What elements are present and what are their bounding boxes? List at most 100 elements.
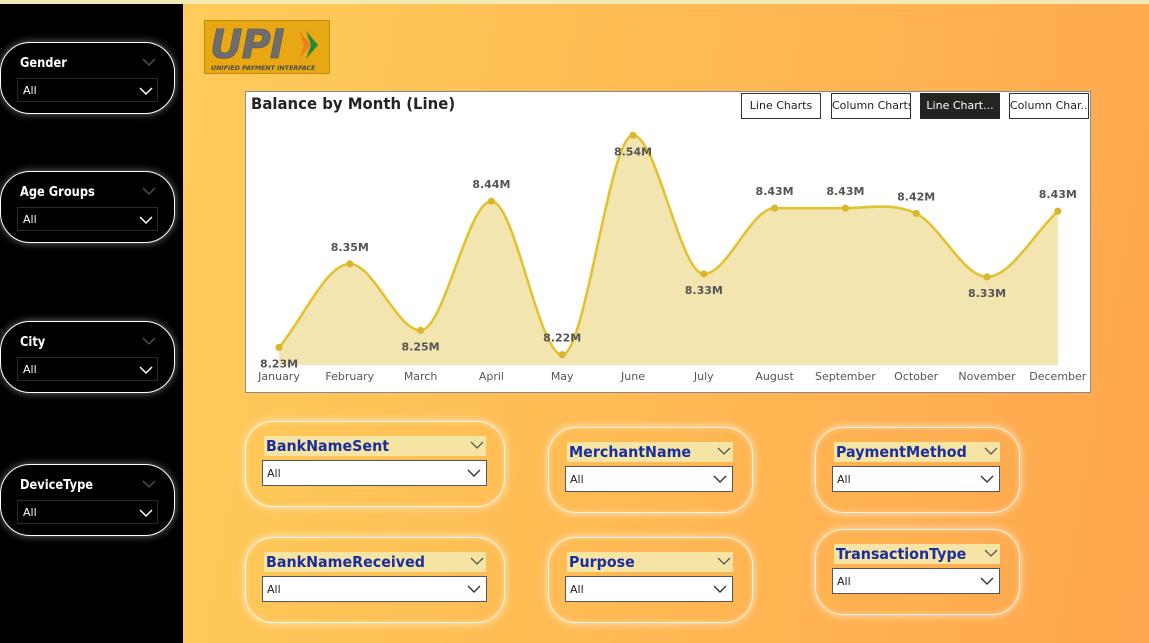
city-slicer[interactable]: City All xyxy=(0,321,175,393)
dropdown-value: All xyxy=(267,583,281,596)
chevron-down-icon xyxy=(139,216,153,225)
slicer-title: TransactionType xyxy=(836,545,967,563)
merchant-name-dropdown[interactable]: All xyxy=(565,466,733,492)
x-tick-label: November xyxy=(958,370,1016,383)
chevron-down-icon[interactable] xyxy=(470,440,484,450)
slicer-title: City xyxy=(20,335,46,350)
chevron-down-icon[interactable] xyxy=(984,446,998,456)
purpose-slicer[interactable]: Purpose All xyxy=(548,537,753,623)
data-point xyxy=(275,343,283,352)
chevron-down-icon xyxy=(713,475,727,483)
data-point xyxy=(487,197,495,205)
dropdown-value: All xyxy=(23,213,37,226)
data-label: 8.33M xyxy=(968,287,1006,300)
slicer-title: PaymentMethod xyxy=(836,443,967,461)
data-label: 8.23M xyxy=(260,357,298,370)
x-tick-label: August xyxy=(755,370,794,383)
chevron-down-icon[interactable] xyxy=(717,446,731,456)
balance-by-month-chart: 8.23M 8.35M 8.25M 8.44M 8.22M 8.54M 8.33M 8.43M… xyxy=(245,91,1091,393)
data-label: 8.42M xyxy=(897,190,935,203)
tab-line-charts[interactable]: Line Charts xyxy=(741,93,821,119)
age-groups-slicer[interactable]: Age Groups All xyxy=(0,171,175,243)
chevron-down-icon[interactable] xyxy=(984,548,998,558)
svg-text:UNIFIED PAYMENT INTERFACE: UNIFIED PAYMENT INTERFACE xyxy=(211,65,316,72)
x-tick-label: September xyxy=(815,370,876,383)
chevron-down-icon[interactable] xyxy=(717,556,731,566)
slicer-header: MerchantName xyxy=(567,442,733,462)
gender-dropdown[interactable]: All xyxy=(17,78,158,102)
line-area-chart: 8.23M 8.35M 8.25M 8.44M 8.22M 8.54M 8.33M 8.43M… xyxy=(257,131,1087,383)
data-label: 8.33M xyxy=(685,284,723,297)
dropdown-value: All xyxy=(267,467,281,480)
dropdown-value: All xyxy=(23,506,37,519)
x-tick-label: June xyxy=(620,370,645,383)
merchant-name-slicer[interactable]: MerchantName All xyxy=(548,427,753,513)
age-groups-dropdown[interactable]: All xyxy=(17,207,158,231)
slicer-title: MerchantName xyxy=(569,443,692,461)
payment-method-slicer[interactable]: PaymentMethod All xyxy=(815,427,1020,513)
chart-title: Balance by Month (Line) xyxy=(251,94,456,113)
purpose-dropdown[interactable]: All xyxy=(565,576,733,602)
x-tick-label: October xyxy=(894,370,938,383)
tab-column-charts[interactable]: Column Charts xyxy=(831,93,911,119)
data-point xyxy=(558,351,566,359)
slicer-title: DeviceType xyxy=(20,478,94,493)
x-tick-label: February xyxy=(325,370,374,383)
dropdown-value: All xyxy=(837,473,851,486)
data-point xyxy=(417,326,425,334)
chevron-down-icon xyxy=(139,87,153,96)
bank-name-sent-dropdown[interactable]: All xyxy=(262,460,487,486)
chevron-down-icon xyxy=(980,475,994,483)
area-fill xyxy=(279,135,1058,365)
x-tick-label: January xyxy=(257,370,300,383)
slicer-header: BankNameReceived xyxy=(264,552,486,572)
data-point xyxy=(700,270,708,278)
dropdown-value: All xyxy=(837,575,851,588)
payment-method-dropdown[interactable]: All xyxy=(832,466,1000,492)
chevron-down-icon[interactable] xyxy=(142,186,156,196)
bank-name-received-slicer[interactable]: BankNameReceived All xyxy=(245,537,505,623)
data-label: 8.54M xyxy=(614,145,652,158)
slicer-title: BankNameSent xyxy=(266,437,390,455)
slicer-title: Purpose xyxy=(569,553,635,571)
tab-column-chart-alt[interactable]: Column Char... xyxy=(1009,93,1089,119)
data-point xyxy=(983,273,991,281)
chevron-down-icon xyxy=(713,585,727,593)
data-label: 8.43M xyxy=(756,185,794,198)
dropdown-value: All xyxy=(23,84,37,97)
x-tick-label: July xyxy=(693,370,714,383)
slicer-title: BankNameReceived xyxy=(266,553,425,571)
data-label: 8.44M xyxy=(472,178,510,191)
slicer-title: Age Groups xyxy=(20,185,95,200)
chevron-down-icon xyxy=(139,366,153,375)
chevron-down-icon[interactable] xyxy=(470,556,484,566)
bank-name-received-dropdown[interactable]: All xyxy=(262,576,487,602)
slicer-title: Gender xyxy=(20,56,67,71)
chevron-down-icon[interactable] xyxy=(142,57,156,67)
bank-name-sent-slicer[interactable]: BankNameSent All xyxy=(245,421,505,507)
data-point xyxy=(1054,207,1062,215)
tab-line-chart-alt[interactable]: Line Chart... xyxy=(920,93,1000,119)
slicer-header: TransactionType xyxy=(834,544,1000,564)
chevron-down-icon xyxy=(980,577,994,585)
x-tick-label: December xyxy=(1029,370,1087,383)
data-label: 8.22M xyxy=(543,332,581,345)
device-type-dropdown[interactable]: All xyxy=(17,500,158,524)
city-dropdown[interactable]: All xyxy=(17,357,158,381)
device-type-slicer[interactable]: DeviceType All xyxy=(0,464,175,536)
chevron-down-icon[interactable] xyxy=(142,336,156,346)
data-point xyxy=(629,131,637,139)
chevron-down-icon xyxy=(467,585,481,593)
data-label: 8.25M xyxy=(402,340,440,353)
data-label: 8.43M xyxy=(826,185,864,198)
svg-text:UPI: UPI xyxy=(210,22,285,68)
chevron-down-icon[interactable] xyxy=(142,479,156,489)
chevron-down-icon xyxy=(467,469,481,477)
data-point xyxy=(346,260,354,268)
transaction-type-slicer[interactable]: TransactionType All xyxy=(815,529,1020,615)
data-point xyxy=(912,209,920,218)
gender-slicer[interactable]: Gender All xyxy=(0,42,175,114)
slicer-header: PaymentMethod xyxy=(834,442,1000,462)
transaction-type-dropdown[interactable]: All xyxy=(832,568,1000,594)
data-point xyxy=(841,204,850,212)
